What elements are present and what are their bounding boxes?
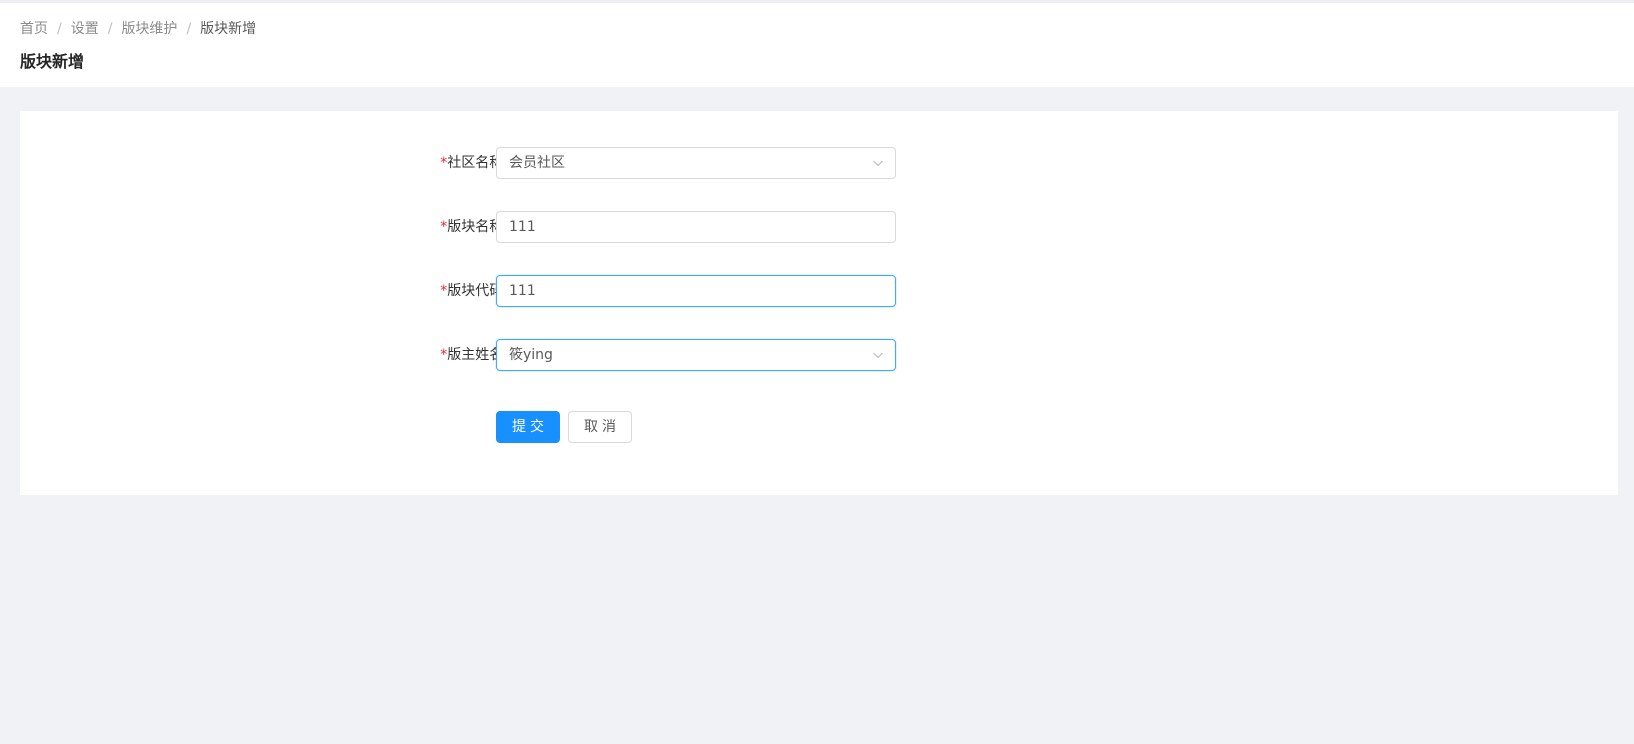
breadcrumb-home[interactable]: 首页	[20, 19, 48, 39]
community-select[interactable]: 会员社区	[496, 147, 896, 179]
moderator-select-value: 筱ying	[509, 347, 553, 363]
breadcrumb-board-maintenance[interactable]: 版块维护	[121, 19, 177, 39]
breadcrumb-separator: /	[107, 21, 113, 37]
breadcrumb-separator: /	[186, 21, 192, 37]
form-row-board-code: *版块代码: 111	[20, 275, 1618, 307]
breadcrumb-settings[interactable]: 设置	[71, 19, 99, 39]
breadcrumb: 首页 / 设置 / 版块维护 / 版块新增	[20, 19, 256, 39]
community-select-value: 会员社区	[509, 155, 565, 171]
moderator-select[interactable]: 筱ying	[496, 339, 896, 371]
form-actions: 提交 取消	[20, 411, 1618, 443]
page-header: 首页 / 设置 / 版块维护 / 版块新增 版块新增	[0, 0, 1634, 87]
submit-button[interactable]: 提交	[496, 411, 560, 443]
board-code-input[interactable]: 111	[496, 275, 896, 307]
chevron-down-icon	[873, 160, 883, 167]
form-row-board-name: *版块名称: 111	[20, 211, 1618, 243]
form-row-moderator: *版主姓名: 筱ying	[20, 339, 1618, 371]
form-card: *社区名称: 会员社区 *版块名称: 111 *版块代码: 111 *版主姓名:…	[20, 111, 1618, 495]
form-row-community: *社区名称: 会员社区	[20, 147, 1618, 179]
board-name-input[interactable]: 111	[496, 211, 896, 243]
breadcrumb-current: 版块新增	[200, 21, 257, 37]
breadcrumb-separator: /	[57, 21, 62, 37]
page-title: 版块新增	[20, 52, 85, 71]
chevron-down-icon	[873, 352, 883, 359]
cancel-button[interactable]: 取消	[568, 411, 632, 443]
